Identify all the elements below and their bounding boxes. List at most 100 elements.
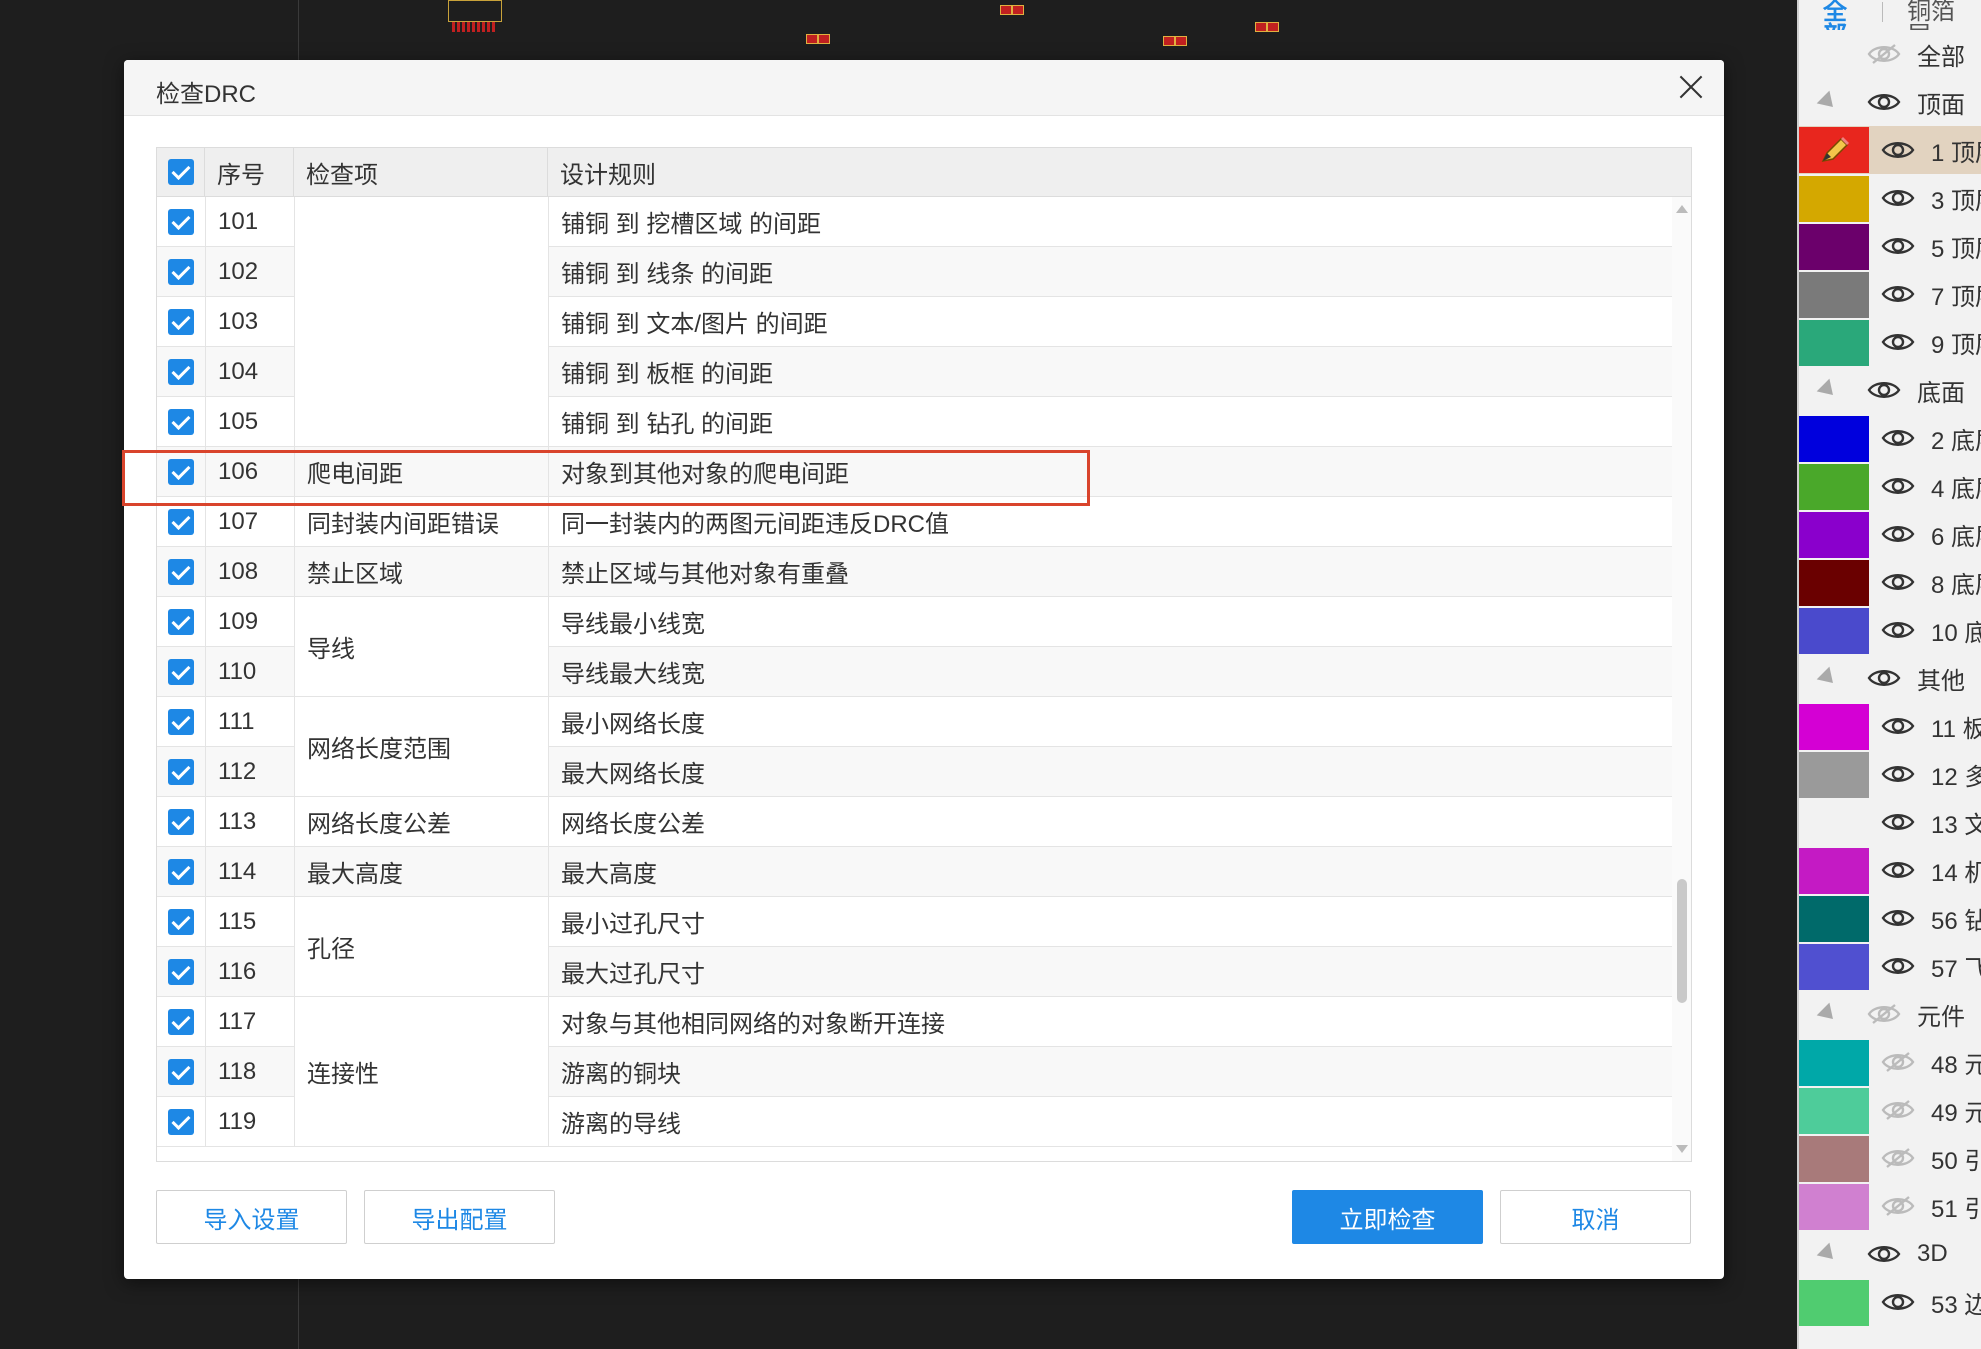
layer-color-swatch[interactable] — [1799, 1279, 1869, 1326]
eye-hidden-icon[interactable] — [1881, 1099, 1915, 1121]
layer-item[interactable]: 2 底层 — [1799, 414, 1981, 462]
collapse-triangle-icon[interactable] — [1816, 378, 1840, 402]
layer-item[interactable]: 53 边框 — [1799, 1278, 1981, 1326]
collapse-triangle-icon[interactable] — [1816, 90, 1840, 114]
eye-icon[interactable] — [1867, 91, 1901, 113]
layer-color-swatch[interactable] — [1799, 607, 1869, 654]
row-checkbox[interactable] — [168, 758, 194, 785]
eye-icon[interactable] — [1881, 187, 1915, 209]
eye-hidden-icon[interactable] — [1881, 1051, 1915, 1073]
run-check-button[interactable]: 立即检查 — [1292, 1190, 1483, 1244]
layer-color-swatch[interactable] — [1799, 895, 1869, 942]
layer-item[interactable]: 13 文档 — [1799, 798, 1981, 846]
row-checkbox[interactable] — [168, 508, 194, 535]
eye-hidden-icon[interactable] — [1867, 1003, 1901, 1025]
layer-item[interactable]: 50 引脚 — [1799, 1134, 1981, 1182]
layer-item[interactable]: 9 顶层 — [1799, 318, 1981, 366]
row-checkbox[interactable] — [168, 1058, 194, 1085]
eye-hidden-icon[interactable] — [1867, 43, 1901, 65]
eye-icon[interactable] — [1881, 955, 1915, 977]
layer-color-swatch[interactable] — [1799, 1087, 1869, 1134]
collapse-triangle-icon[interactable] — [1816, 1002, 1840, 1026]
layer-color-swatch[interactable] — [1799, 511, 1869, 558]
eye-icon[interactable] — [1881, 475, 1915, 497]
eye-icon[interactable] — [1867, 379, 1901, 401]
row-checkbox[interactable] — [168, 308, 194, 335]
layer-color-swatch[interactable] — [1799, 415, 1869, 462]
eye-icon[interactable] — [1881, 235, 1915, 257]
layer-color-swatch[interactable] — [1799, 271, 1869, 318]
layer-item[interactable]: 7 顶层 — [1799, 270, 1981, 318]
layer-item[interactable]: 3 顶层 — [1799, 174, 1981, 222]
layer-color-swatch[interactable] — [1799, 175, 1869, 222]
layer-item[interactable]: 10 底层 — [1799, 606, 1981, 654]
row-checkbox[interactable] — [168, 558, 194, 585]
select-all-checkbox[interactable] — [167, 159, 194, 185]
row-checkbox[interactable] — [168, 858, 194, 885]
layer-item[interactable]: 4 底层 — [1799, 462, 1981, 510]
eye-icon[interactable] — [1881, 1291, 1915, 1313]
eye-icon[interactable] — [1881, 763, 1915, 785]
table-scrollbar[interactable] — [1672, 197, 1691, 1161]
layer-item[interactable]: 6 底层 — [1799, 510, 1981, 558]
layer-group[interactable]: 元件 — [1799, 990, 1981, 1038]
scroll-thumb[interactable] — [1677, 879, 1687, 1003]
layer-item[interactable]: 56 钻孔 — [1799, 894, 1981, 942]
row-checkbox[interactable] — [168, 958, 194, 985]
layer-item[interactable]: 11 板框 — [1799, 702, 1981, 750]
layer-group[interactable]: 全部 — [1799, 30, 1981, 78]
row-checkbox[interactable] — [168, 708, 194, 735]
layer-color-swatch[interactable] — [1799, 703, 1869, 750]
eye-icon[interactable] — [1881, 139, 1915, 161]
layer-group[interactable]: 其他 — [1799, 654, 1981, 702]
cancel-button[interactable]: 取消 — [1500, 1190, 1691, 1244]
close-icon[interactable] — [1678, 74, 1704, 100]
layer-color-swatch[interactable] — [1799, 559, 1869, 606]
eye-icon[interactable] — [1881, 331, 1915, 353]
eye-icon[interactable] — [1867, 667, 1901, 689]
row-checkbox[interactable] — [168, 808, 194, 835]
layer-item[interactable]: 14 机械 — [1799, 846, 1981, 894]
row-checkbox[interactable] — [168, 608, 194, 635]
eye-icon[interactable] — [1881, 619, 1915, 641]
layer-item[interactable]: 51 引脚 — [1799, 1182, 1981, 1230]
layer-color-swatch[interactable] — [1799, 943, 1869, 990]
eye-icon[interactable] — [1881, 523, 1915, 545]
layer-item[interactable]: 1 顶层 — [1799, 126, 1981, 174]
row-checkbox[interactable] — [168, 408, 194, 435]
export-config-button[interactable]: 导出配置 — [364, 1190, 555, 1244]
layer-item[interactable]: 12 多层 — [1799, 750, 1981, 798]
layer-color-swatch[interactable] — [1799, 1183, 1869, 1230]
row-checkbox[interactable] — [168, 258, 194, 285]
layer-item[interactable]: 5 顶层 — [1799, 222, 1981, 270]
layer-color-swatch[interactable] — [1799, 1135, 1869, 1182]
layer-color-swatch[interactable] — [1799, 799, 1869, 846]
layer-group[interactable]: 底面 — [1799, 366, 1981, 414]
eye-icon[interactable] — [1881, 907, 1915, 929]
eye-icon[interactable] — [1881, 811, 1915, 833]
eye-hidden-icon[interactable] — [1881, 1147, 1915, 1169]
scroll-down-arrow-icon[interactable] — [1676, 1145, 1688, 1153]
eye-icon[interactable] — [1881, 283, 1915, 305]
import-settings-button[interactable]: 导入设置 — [156, 1190, 347, 1244]
row-checkbox[interactable] — [168, 1008, 194, 1035]
eye-icon[interactable] — [1867, 1243, 1901, 1265]
layer-item[interactable]: 57 飞线 — [1799, 942, 1981, 990]
eye-hidden-icon[interactable] — [1881, 1195, 1915, 1217]
layer-color-swatch[interactable] — [1799, 751, 1869, 798]
layer-item[interactable]: 8 底层 — [1799, 558, 1981, 606]
row-checkbox[interactable] — [168, 658, 194, 685]
eye-icon[interactable] — [1881, 427, 1915, 449]
eye-icon[interactable] — [1881, 859, 1915, 881]
layer-group[interactable]: 顶面 — [1799, 78, 1981, 126]
layer-color-swatch[interactable] — [1799, 847, 1869, 894]
row-checkbox[interactable] — [168, 208, 194, 235]
layer-item[interactable]: 49 元件 — [1799, 1086, 1981, 1134]
layer-color-swatch[interactable] — [1799, 1039, 1869, 1086]
eye-icon[interactable] — [1881, 571, 1915, 593]
collapse-triangle-icon[interactable] — [1816, 1242, 1840, 1266]
layer-item[interactable]: 48 元件 — [1799, 1038, 1981, 1086]
row-checkbox[interactable] — [168, 358, 194, 385]
layer-color-swatch[interactable] — [1799, 223, 1869, 270]
row-checkbox[interactable] — [168, 458, 194, 485]
